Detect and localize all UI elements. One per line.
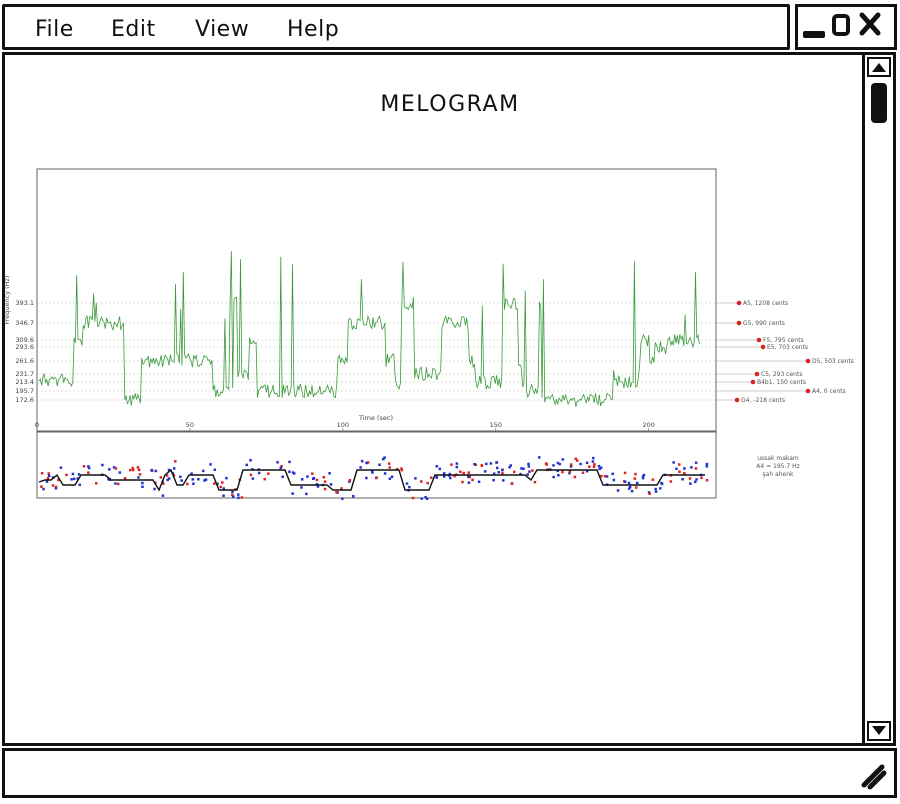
close-icon[interactable]	[859, 12, 881, 36]
menu-edit[interactable]: Edit	[111, 17, 156, 42]
menu-bar: File Edit View Help	[2, 4, 790, 50]
content-area	[2, 52, 865, 746]
menu-help[interactable]: Help	[287, 17, 339, 42]
minimize-icon[interactable]	[803, 31, 825, 38]
maximize-icon[interactable]	[832, 14, 850, 36]
page-title: MELOGRAM	[380, 92, 520, 117]
window-controls	[795, 4, 897, 50]
menu-view[interactable]: View	[195, 17, 249, 42]
vertical-scrollbar[interactable]	[862, 52, 896, 746]
arrow-down-icon[interactable]	[867, 721, 891, 741]
status-bar	[2, 748, 897, 798]
menu-file[interactable]: File	[35, 17, 74, 42]
resize-grip-icon[interactable]	[858, 761, 888, 791]
arrow-up-icon[interactable]	[867, 57, 891, 77]
